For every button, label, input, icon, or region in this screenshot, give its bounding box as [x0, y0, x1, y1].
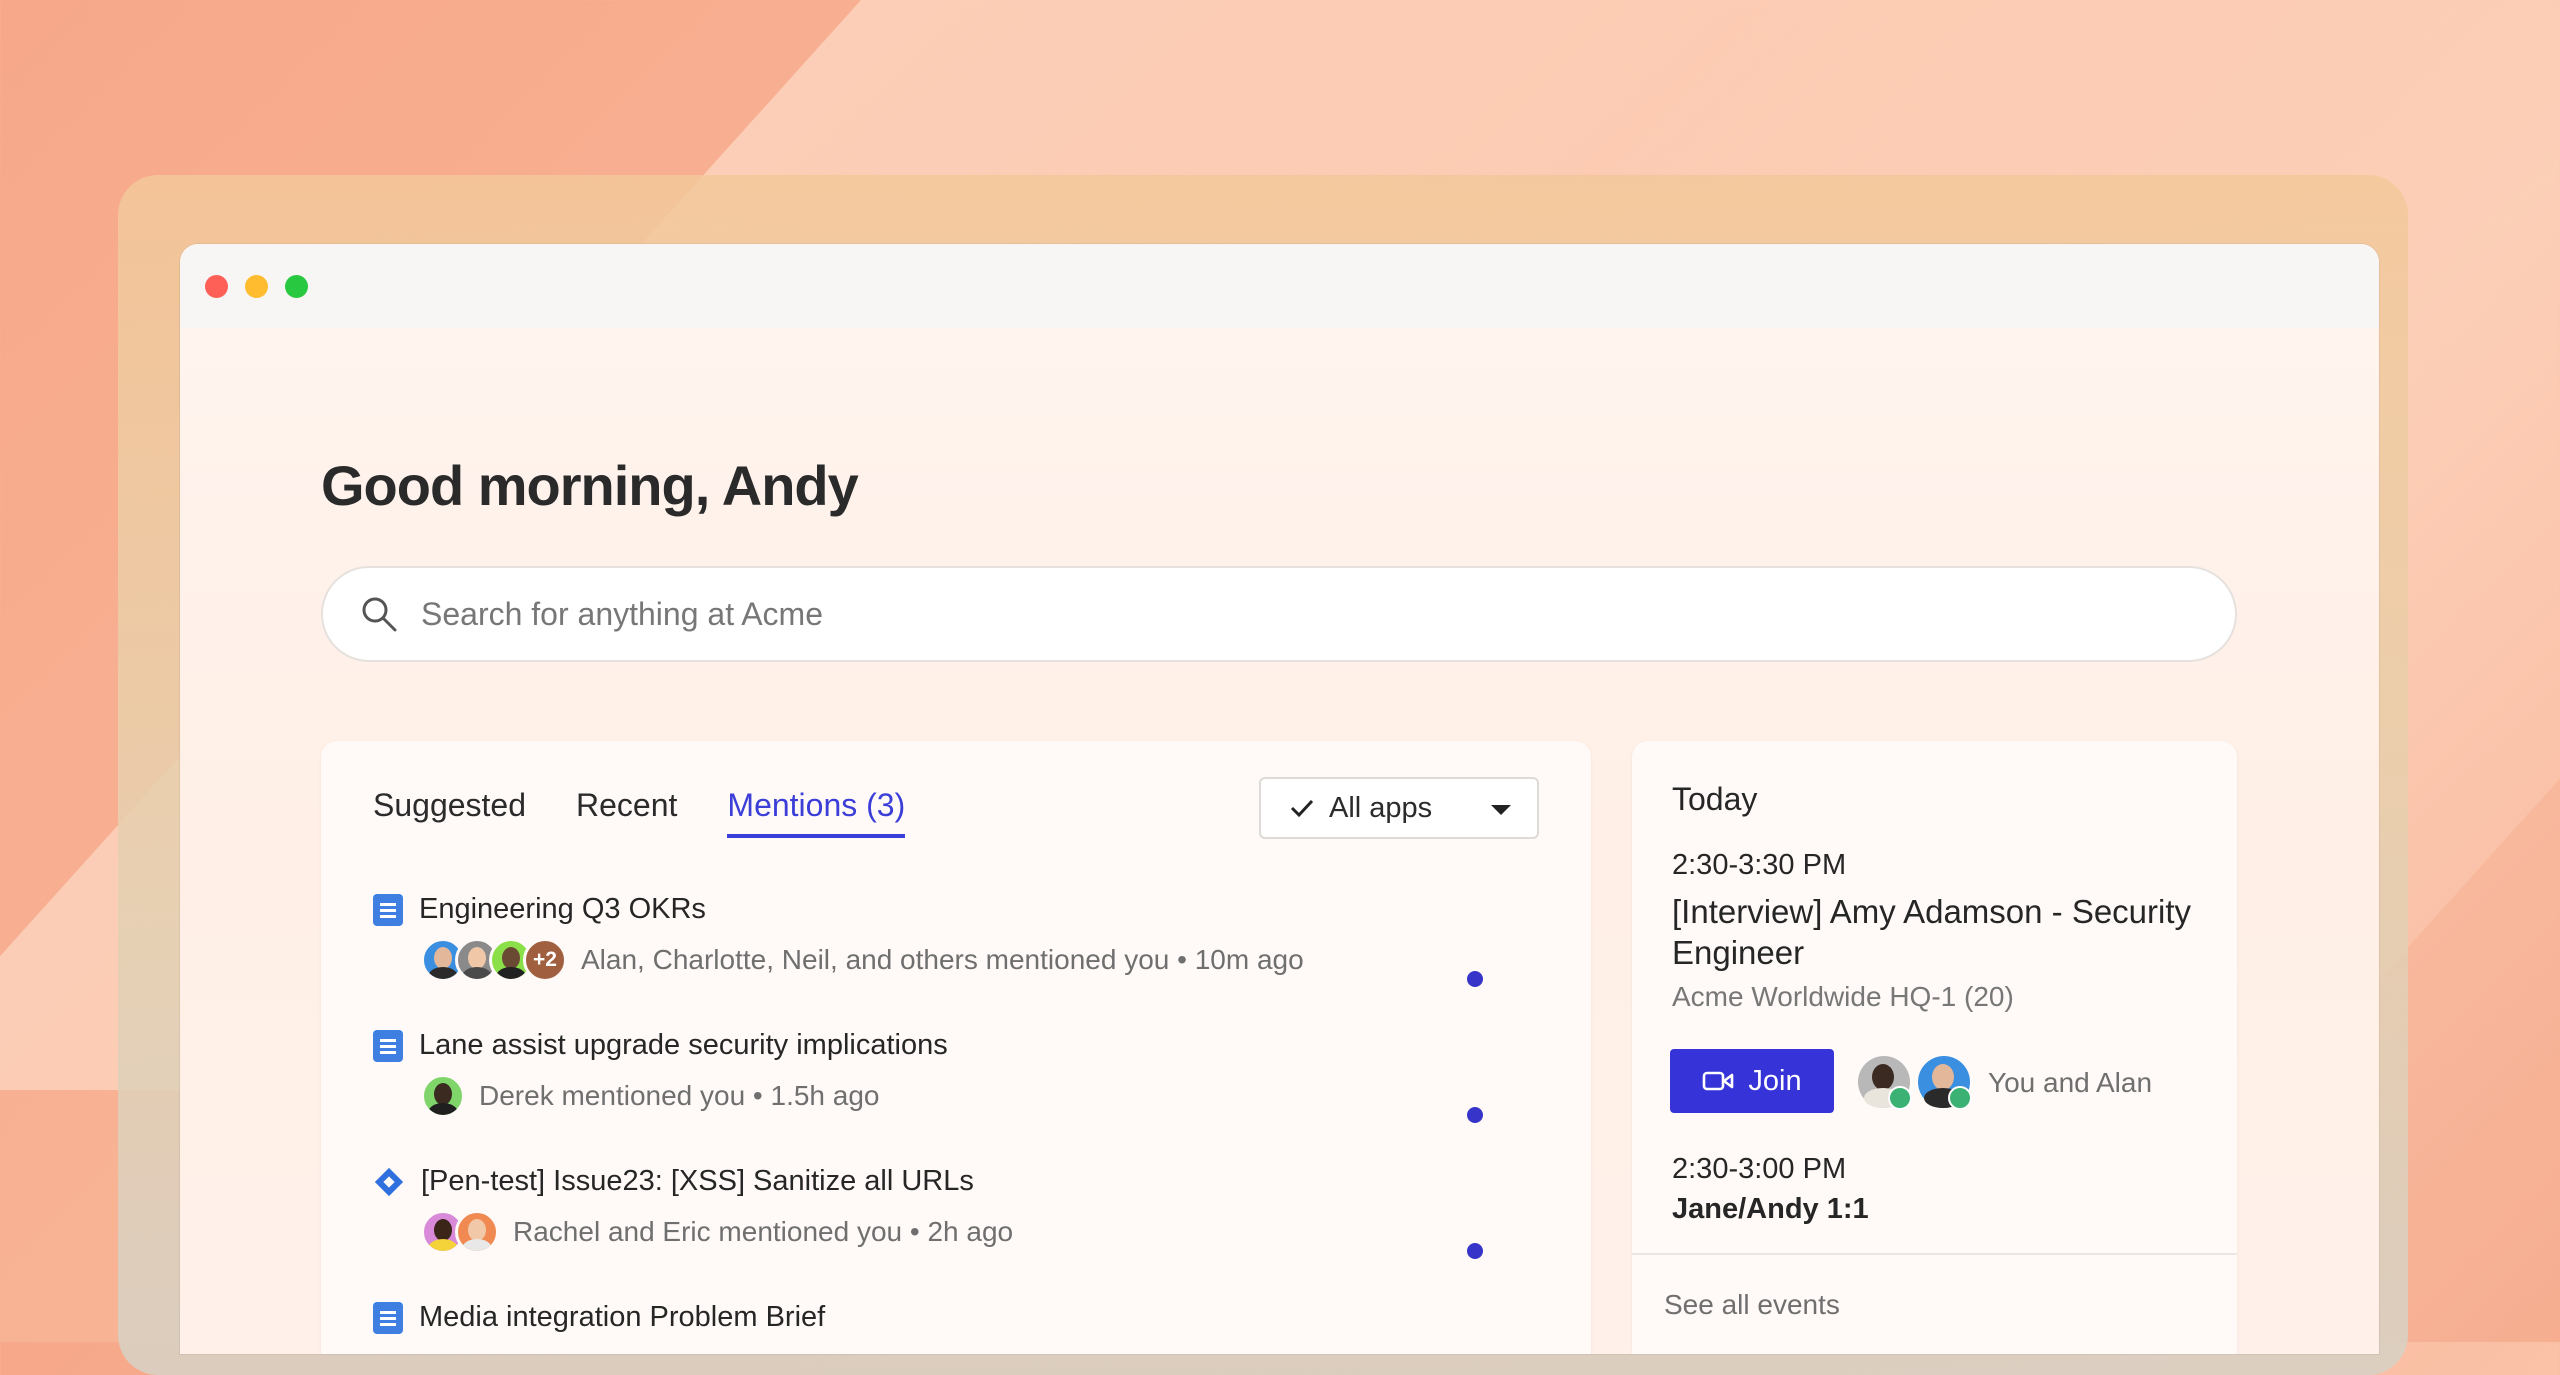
list-item[interactable]: Lane assist upgrade security implication…: [373, 1029, 1543, 1123]
page-title: Good morning, Andy: [321, 454, 859, 517]
avatar: [421, 1074, 465, 1118]
all-apps-dropdown[interactable]: All apps: [1259, 777, 1539, 839]
item-title[interactable]: [Pen-test] Issue23: [XSS] Sanitize all U…: [421, 1165, 974, 1198]
check-icon: [1290, 799, 1314, 818]
tab-mentions[interactable]: Mentions (3): [727, 787, 906, 838]
item-title[interactable]: Engineering Q3 OKRs: [419, 893, 706, 926]
minimize-window-button[interactable]: [245, 275, 268, 298]
item-meta: Alan, Charlotte, Neil, and others mentio…: [581, 944, 1304, 975]
unread-dot: [1467, 971, 1483, 987]
avatar-group: [421, 1074, 465, 1118]
activity-panel: Suggested Recent Mentions (3) All apps E…: [321, 741, 1591, 1354]
search-icon: [362, 597, 397, 632]
item-meta: Derek mentioned you • 1.5h ago: [479, 1080, 880, 1111]
list-item[interactable]: [Pen-test] Issue23: [XSS] Sanitize all U…: [373, 1165, 1543, 1259]
chevron-down-icon: [1491, 805, 1511, 815]
jira-icon: [374, 1167, 404, 1196]
doc-icon: [373, 893, 403, 926]
unread-dot: [1467, 1243, 1483, 1259]
unread-dot: [1467, 1107, 1483, 1123]
avatar-group: [421, 1210, 499, 1254]
calendar-panel: Today 2:30-3:30 PM [Interview] Amy Adams…: [1632, 741, 2237, 1354]
tab-recent[interactable]: Recent: [576, 787, 677, 838]
event-title[interactable]: [Interview] Amy Adamson - Security Engin…: [1672, 891, 2192, 973]
list-item[interactable]: Engineering Q3 OKRs +2 Alan, Charlotte, …: [373, 893, 1543, 987]
divider: [1632, 1253, 2237, 1255]
event-title[interactable]: Jane/Andy 1:1: [1672, 1193, 1869, 1226]
app-window: Good morning, Andy Suggested Recent Ment…: [180, 244, 2379, 1354]
all-apps-label: All apps: [1329, 791, 1433, 824]
item-title[interactable]: Lane assist upgrade security implication…: [419, 1029, 948, 1062]
event-time: 2:30-3:00 PM: [1672, 1153, 1847, 1185]
video-camera-icon: [1703, 1071, 1734, 1091]
list-item[interactable]: Media integration Problem Brief: [373, 1301, 1543, 1334]
join-button[interactable]: Join: [1670, 1049, 1834, 1113]
doc-icon: [373, 1029, 403, 1062]
tab-suggested[interactable]: Suggested: [373, 787, 526, 838]
item-meta: Rachel and Eric mentioned you • 2h ago: [513, 1216, 1014, 1247]
home-content: Good morning, Andy Suggested Recent Ment…: [180, 328, 2379, 1354]
zoom-window-button[interactable]: [285, 275, 308, 298]
search-input[interactable]: [419, 594, 2123, 634]
avatar: [1858, 1056, 1912, 1110]
see-all-events-link[interactable]: See all events: [1664, 1289, 1840, 1321]
activity-tabs: Suggested Recent Mentions (3): [373, 787, 906, 838]
title-bar: [180, 244, 2379, 330]
item-title[interactable]: Media integration Problem Brief: [419, 1301, 825, 1334]
search-bar[interactable]: [321, 566, 2237, 662]
doc-icon: [373, 1301, 403, 1334]
avatar: [455, 1210, 499, 1254]
accepted-check-icon: [1888, 1086, 1912, 1110]
avatar-overflow-count: +2: [523, 938, 567, 982]
close-window-button[interactable]: [205, 275, 228, 298]
avatar-group: +2: [421, 938, 567, 982]
accepted-check-icon: [1948, 1086, 1972, 1110]
avatar: [1918, 1056, 1972, 1110]
calendar-heading: Today: [1672, 781, 1758, 817]
event-location: Acme Worldwide HQ-1 (20): [1672, 981, 2014, 1012]
event-time: 2:30-3:30 PM: [1672, 849, 1847, 881]
attendee-avatars: [1858, 1056, 1972, 1110]
attendees-text: You and Alan: [1988, 1067, 2153, 1098]
join-label: Join: [1748, 1064, 1802, 1097]
